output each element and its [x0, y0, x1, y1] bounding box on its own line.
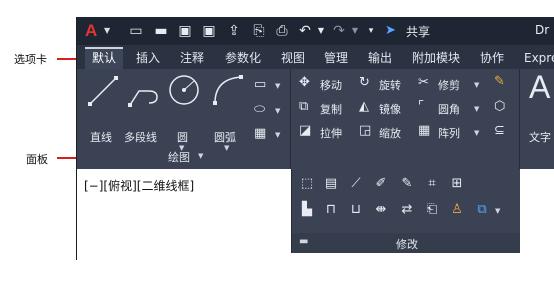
- draw-panel-title[interactable]: 绘图: [168, 149, 190, 165]
- rectangle-chevron-icon[interactable]: ▼: [275, 82, 280, 90]
- ribbon-tabs: 默认 插入 注释 参数化 视图 管理 输出 附加模块 协作 Expre: [77, 45, 554, 71]
- draw-order-icon[interactable]: ▙: [298, 201, 316, 219]
- scale-tool-label[interactable]: 缩放: [379, 125, 401, 141]
- arc-tool-label[interactable]: 圆弧: [214, 129, 236, 145]
- break-icon[interactable]: ⌗: [423, 175, 441, 193]
- app-menu-chevron-icon[interactable]: ▼: [104, 26, 110, 35]
- ellipse-chevron-icon[interactable]: ▼: [275, 107, 280, 115]
- scale-icon[interactable]: ◲: [359, 123, 371, 138]
- circle-icon[interactable]: [167, 73, 201, 107]
- cad-window: A ▼ ▭ ▬ ▣ ▣ ⇪ ⎘ ⎙ ↶ ▼ ↷ ▼ ▾ ➤ 共享 Dr 默认 插…: [77, 17, 554, 260]
- edit-spline-icon[interactable]: ✐: [372, 175, 390, 193]
- tab-addins[interactable]: 附加模块: [405, 49, 467, 69]
- modify-panel-expanded: ⬚ ▤ ⟋ ✐ ✎ ⌗ ⊞ ▙ ⊓ ⊔ ⇼ ⇄ ⎗ ♙ ⧉ ▼ ▬ 修改: [291, 169, 520, 253]
- text-tool-label[interactable]: 文字: [529, 129, 551, 145]
- pin-icon[interactable]: ▬: [299, 236, 308, 247]
- stretch-tool-label[interactable]: 拉伸: [320, 125, 342, 141]
- polyline-tool-label[interactable]: 多段线: [124, 129, 157, 145]
- text-icon[interactable]: A: [529, 69, 550, 106]
- callout-tabs-label: 选项卡: [14, 53, 47, 66]
- join-icon[interactable]: ⇼: [372, 201, 390, 219]
- callout-panel-label: 面板: [26, 153, 48, 166]
- fillet-tool-label[interactable]: 圆角: [438, 101, 460, 117]
- array-icon[interactable]: ▦: [418, 123, 430, 138]
- modify-panel-title[interactable]: 修改: [396, 236, 418, 252]
- hatch-icon[interactable]: ▦: [254, 126, 266, 141]
- mirror-tool-label[interactable]: 镜像: [379, 101, 401, 117]
- open-folder-icon[interactable]: ▬: [152, 22, 170, 40]
- bring-to-front-chevron-icon[interactable]: ▼: [495, 207, 500, 215]
- break-between-icon[interactable]: ⊔: [347, 201, 365, 219]
- polyline-icon[interactable]: [127, 77, 161, 109]
- panel-divider: [290, 69, 291, 169]
- publish-icon[interactable]: ⇪: [225, 22, 243, 40]
- quick-access-toolbar: A ▼ ▭ ▬ ▣ ▣ ⇪ ⎘ ⎙ ↶ ▼ ↷ ▼ ▾ ➤ 共享 Dr: [77, 17, 554, 45]
- tab-default[interactable]: 默认: [85, 47, 124, 71]
- tab-view[interactable]: 视图: [274, 49, 312, 69]
- ribbon-body: 直线 多段线 圆 ▼ 圆弧 ▼ ▭ ▼ ⬭ ▼ ▦ ▼ 绘图 ▼ ✥ 移动 ↻ …: [77, 69, 554, 169]
- stretch-icon[interactable]: ◪: [299, 123, 311, 138]
- tab-output[interactable]: 输出: [361, 49, 399, 69]
- share-label[interactable]: 共享: [406, 23, 430, 40]
- lengthen-icon[interactable]: ⟋: [347, 175, 365, 193]
- erase-icon[interactable]: ✎: [494, 74, 505, 89]
- app-logo-icon[interactable]: A: [85, 21, 97, 41]
- edit-hatch-icon[interactable]: ✎: [398, 175, 416, 193]
- rotate-tool-label[interactable]: 旋转: [379, 77, 401, 93]
- fillet-chevron-icon[interactable]: ▼: [474, 105, 479, 113]
- edit-polyline-icon[interactable]: ▤: [322, 175, 340, 193]
- tab-collaborate[interactable]: 协作: [473, 49, 511, 69]
- tab-insert[interactable]: 插入: [129, 49, 167, 69]
- print-icon[interactable]: ⎙: [273, 22, 291, 40]
- undo-chevron-icon[interactable]: ▼: [312, 22, 330, 40]
- rectangle-icon[interactable]: ▭: [254, 77, 266, 92]
- edit-array-icon[interactable]: ⊞: [448, 175, 466, 193]
- rotate-icon[interactable]: ↻: [359, 75, 370, 90]
- document-title: Dr: [535, 23, 550, 37]
- copy-icon[interactable]: ⧉: [299, 99, 308, 114]
- modify-panel-title-bar[interactable]: ▬ 修改: [292, 233, 520, 253]
- panel-divider: [519, 69, 520, 169]
- offset-icon[interactable]: ⊆: [494, 123, 505, 138]
- mirror-icon[interactable]: ◭: [359, 99, 369, 114]
- trim-tool-label[interactable]: 修剪: [438, 77, 460, 93]
- upload-icon[interactable]: ⎘: [250, 22, 268, 40]
- circle-tool-label[interactable]: 圆: [177, 129, 188, 145]
- save-as-icon[interactable]: ▣: [200, 22, 218, 40]
- customize-chevron-icon[interactable]: ▾: [362, 22, 380, 40]
- bring-to-front-icon[interactable]: ⧉: [473, 201, 491, 219]
- explode-icon[interactable]: ⬡: [494, 99, 505, 114]
- tab-express[interactable]: Expre: [517, 49, 554, 69]
- trim-icon[interactable]: ✂: [418, 75, 429, 90]
- delete-duplicates-icon[interactable]: ♙: [448, 201, 466, 219]
- tab-manage[interactable]: 管理: [317, 49, 355, 69]
- save-icon[interactable]: ▣: [176, 22, 194, 40]
- array-chevron-icon[interactable]: ▼: [474, 129, 479, 137]
- array-tool-label[interactable]: 阵列: [438, 125, 460, 141]
- reverse-icon[interactable]: ⇄: [398, 201, 416, 219]
- draw-panel-expand-icon[interactable]: ▼: [198, 152, 203, 160]
- match-properties-icon[interactable]: ⬚: [298, 175, 316, 193]
- draw-panel-title-bar[interactable]: 绘图 ▼: [77, 149, 291, 169]
- viewport-controls[interactable]: [−][俯视][二维线框]: [84, 177, 194, 194]
- share-icon[interactable]: ➤: [385, 23, 396, 38]
- new-file-icon[interactable]: ▭: [127, 22, 145, 40]
- move-icon[interactable]: ✥: [299, 75, 310, 90]
- fillet-icon[interactable]: ⌜: [418, 99, 424, 114]
- line-icon[interactable]: [87, 75, 119, 107]
- set-base-icon[interactable]: ⎗: [423, 201, 441, 219]
- tab-annotate[interactable]: 注释: [173, 49, 211, 69]
- arc-icon[interactable]: [211, 73, 245, 107]
- move-tool-label[interactable]: 移动: [320, 77, 342, 93]
- trim-chevron-icon[interactable]: ▼: [474, 81, 479, 89]
- line-tool-label[interactable]: 直线: [90, 129, 112, 145]
- break-at-point-icon[interactable]: ⊓: [322, 201, 340, 219]
- hatch-chevron-icon[interactable]: ▼: [275, 131, 280, 139]
- tab-parametric[interactable]: 参数化: [218, 49, 268, 69]
- copy-tool-label[interactable]: 复制: [320, 101, 342, 117]
- ellipse-icon[interactable]: ⬭: [254, 102, 265, 117]
